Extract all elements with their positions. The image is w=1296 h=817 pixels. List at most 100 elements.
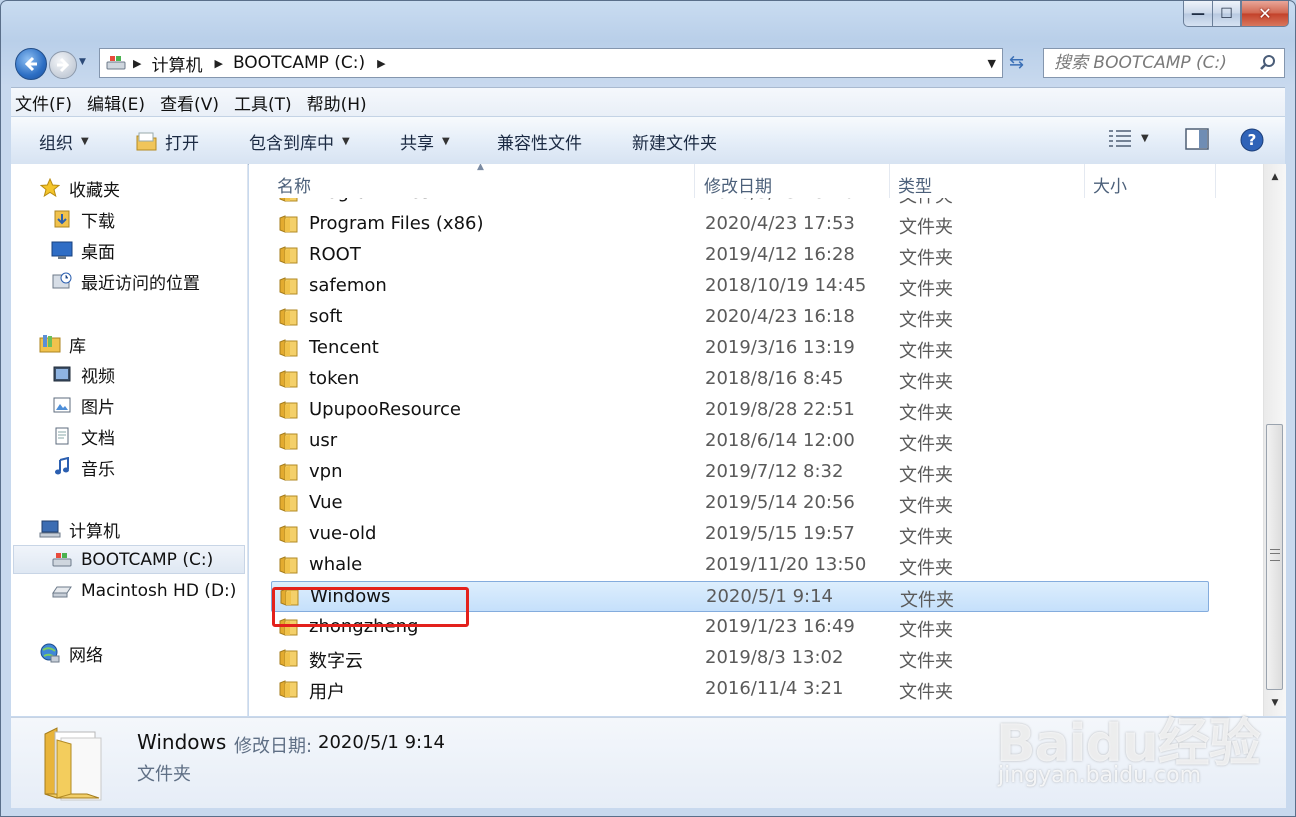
column-header-type[interactable]: 类型 [898,172,932,197]
search-icon[interactable] [1258,53,1278,73]
file-row[interactable]: vue-old 2019/5/15 19:57 文件夹 [271,519,1209,550]
nav-computer[interactable]: 计算机 [39,515,120,543]
help-button[interactable]: ? [1239,127,1265,153]
column-divider[interactable] [1215,164,1216,198]
breadcrumb-separator-icon[interactable]: ▶ [133,57,141,70]
nav-drive-d[interactable]: Macintosh HD (D:) [51,577,236,605]
column-divider[interactable] [1084,164,1085,198]
nav-music[interactable]: 音乐 [51,453,115,481]
address-dropdown-icon[interactable]: ▼ [988,57,996,70]
column-divider[interactable] [889,164,890,198]
folder-icon [279,277,298,295]
column-divider[interactable] [694,164,695,198]
menu-file[interactable]: 文件(F) [11,90,76,115]
nav-libraries-label: 库 [69,336,86,357]
menu-tools[interactable]: 工具(T) [230,90,296,115]
nav-drive-c-label: BOOTCAMP (C:) [81,550,214,570]
forward-button[interactable] [49,51,77,79]
svg-text:?: ? [1248,131,1257,149]
nav-favorites[interactable]: 收藏夹 [39,174,120,202]
file-row[interactable]: safemon 2018/10/19 14:45 文件夹 [271,271,1209,302]
file-name: 数字云 [309,651,363,672]
file-row[interactable]: 数字云 2019/8/3 13:02 文件夹 [271,643,1209,674]
preview-pane-button[interactable] [1185,128,1209,150]
search-input[interactable] [1052,52,1261,74]
maximize-button[interactable]: ☐ [1212,1,1241,27]
close-button[interactable]: ✕ [1241,1,1289,27]
refresh-icon[interactable]: ⇆ [1009,52,1024,73]
folder-icon [279,680,298,698]
breadcrumb-separator-icon[interactable]: ▶ [214,57,222,70]
address-bar[interactable]: ▶ 计算机 ▶ BOOTCAMP (C:) ▶ ▼ [99,48,1003,78]
nav-desktop[interactable]: 桌面 [51,236,115,264]
scroll-up-icon[interactable]: ▲ [1264,166,1286,188]
nav-network-label: 网络 [69,645,103,666]
breadcrumb-separator-icon[interactable]: ▶ [377,57,385,70]
file-row[interactable]: vpn 2019/7/12 8:32 文件夹 [271,457,1209,488]
file-row[interactable]: ROOT 2019/4/12 16:28 文件夹 [271,240,1209,271]
nav-drive-c[interactable]: BOOTCAMP (C:) [51,546,213,574]
recent-places-icon [51,270,73,292]
folder-icon [279,215,298,233]
file-row[interactable]: soft 2020/4/23 16:18 文件夹 [271,302,1209,333]
nav-downloads[interactable]: 下载 [51,205,115,233]
compatibility-files-button[interactable]: 兼容性文件 [497,129,582,154]
column-headers: ▲ 名称 修改日期 类型 大小 [249,164,1263,198]
nav-recent-places[interactable]: 最近访问的位置 [51,267,200,295]
column-header-name[interactable]: 名称 [277,172,311,197]
share-button[interactable]: 共享 ▼ [400,129,450,154]
nav-pictures[interactable]: 图片 [51,391,115,419]
file-row[interactable]: Vue 2019/5/14 20:56 文件夹 [271,488,1209,519]
file-modified: 2019/5/14 20:56 [705,492,855,513]
menu-view[interactable]: 查看(V) [156,90,223,115]
share-label: 共享 [400,134,434,154]
nav-documents[interactable]: 文档 [51,422,115,450]
view-options-button[interactable]: ▼ [1107,128,1149,148]
music-icon [51,456,73,478]
scrollbar-thumb[interactable] [1266,424,1283,690]
open-button[interactable]: 打开 [135,129,199,154]
file-modified: 2019/3/16 13:19 [705,337,855,358]
menu-help[interactable]: 帮助(H) [303,90,371,115]
vertical-scrollbar[interactable]: ▲ ▼ [1263,164,1286,716]
breadcrumb-drive-c[interactable]: BOOTCAMP (C:) [233,53,365,73]
include-in-library-button[interactable]: 包含到库中 ▼ [249,129,350,154]
menu-edit[interactable]: 编辑(E) [83,90,149,115]
new-folder-button[interactable]: 新建文件夹 [632,129,717,154]
folder-icon [279,246,298,264]
file-type: 文件夹 [899,248,953,269]
file-type: 文件夹 [899,403,953,424]
nav-libraries[interactable]: 库 [39,330,86,358]
file-row[interactable]: UpupooResource 2019/8/28 22:51 文件夹 [271,395,1209,426]
nav-videos[interactable]: 视频 [51,360,115,388]
file-row[interactable]: Tencent 2019/3/16 13:19 文件夹 [271,333,1209,364]
file-modified: 2019/8/3 13:02 [705,647,844,668]
back-button[interactable] [15,48,47,80]
column-header-modified[interactable]: 修改日期 [704,172,772,197]
nav-recent-places-label: 最近访问的位置 [81,273,200,294]
large-folder-icon [44,727,102,801]
recent-pages-dropdown[interactable]: ▼ [79,57,86,67]
file-row[interactable]: Program Files (x86) 2020/4/23 17:53 文件夹 [271,209,1209,240]
file-modified: 2018/8/16 8:45 [705,368,844,389]
nav-music-label: 音乐 [81,459,115,480]
details-file-type: 文件夹 [137,764,191,785]
chevron-down-icon: ▼ [81,136,89,147]
nav-drive-d-label: Macintosh HD (D:) [81,581,237,601]
file-row[interactable]: whale 2019/11/20 13:50 文件夹 [271,550,1209,581]
organize-button[interactable]: 组织 ▼ [39,129,89,154]
nav-network[interactable]: 网络 [39,639,103,667]
file-type: 文件夹 [899,496,953,517]
details-modified-value: 2020/5/1 9:14 [318,732,445,753]
file-list-pane: Program Files2020/5/25 19:10文件夹Program F… [249,164,1263,716]
navigation-pane: 收藏夹 下载 桌面 最近访问的位置 库 视频 图片 文档 音乐 计算机 BOOT… [11,164,248,716]
chevron-down-icon: ▼ [342,136,350,147]
file-row[interactable]: token 2018/8/16 8:45 文件夹 [271,364,1209,395]
search-box[interactable] [1043,48,1285,78]
file-name: token [309,368,360,389]
column-header-size[interactable]: 大小 [1093,172,1127,197]
file-row[interactable]: usr 2018/6/14 12:00 文件夹 [271,426,1209,457]
watermark-url: jingyan.baidu.com [998,763,1202,788]
breadcrumb-computer[interactable]: 计算机 [151,51,202,76]
minimize-button[interactable]: — [1183,1,1212,27]
